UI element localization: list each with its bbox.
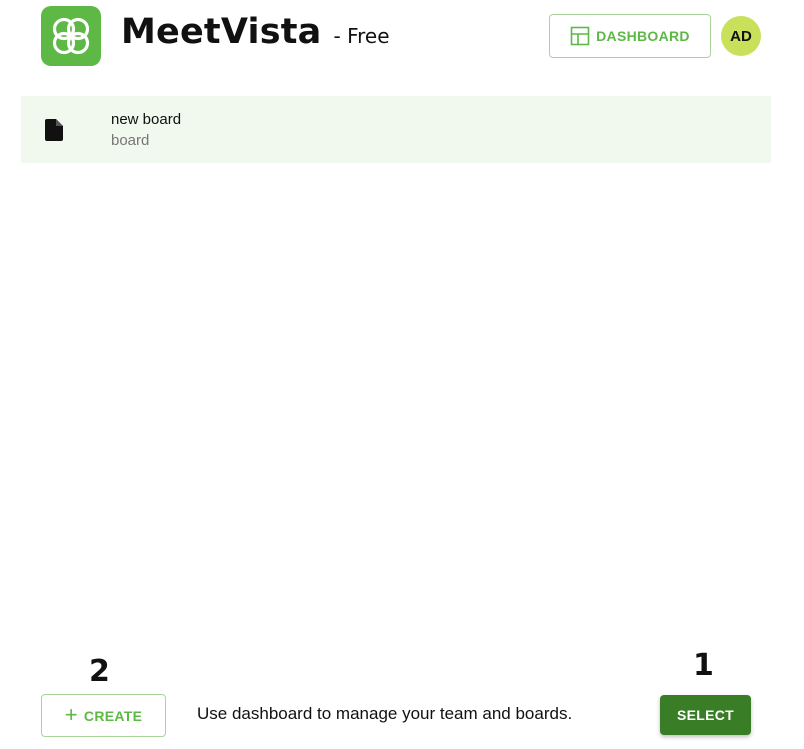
dashboard-button-label: DASHBOARD [596,28,690,44]
marker-create: 2 [89,654,110,689]
plus-icon: + [64,701,78,727]
create-button-label: CREATE [83,707,143,724]
board-type: board [111,132,150,149]
select-button[interactable]: SELECT [660,695,751,735]
create-button[interactable]: + CREATE [41,694,166,737]
dashboard-hint: Use dashboard to manage your team and bo… [197,704,573,723]
brand: MeetVista - Free [121,12,390,52]
marker-select: 1 [693,648,714,683]
layout-grid-icon [570,26,590,46]
plan-label: - Free [333,24,390,48]
clover-logo-icon [41,6,101,66]
brand-name: MeetVista [121,12,322,52]
avatar[interactable]: AD [721,16,761,56]
board-list: new board board [21,96,771,163]
dashboard-button[interactable]: DASHBOARD [549,14,711,58]
list-item[interactable]: new board board [21,96,771,163]
file-icon [45,119,63,141]
app-window: MeetVista - Free DASHBOARD AD new board … [0,0,804,749]
board-name: new board [111,111,182,128]
